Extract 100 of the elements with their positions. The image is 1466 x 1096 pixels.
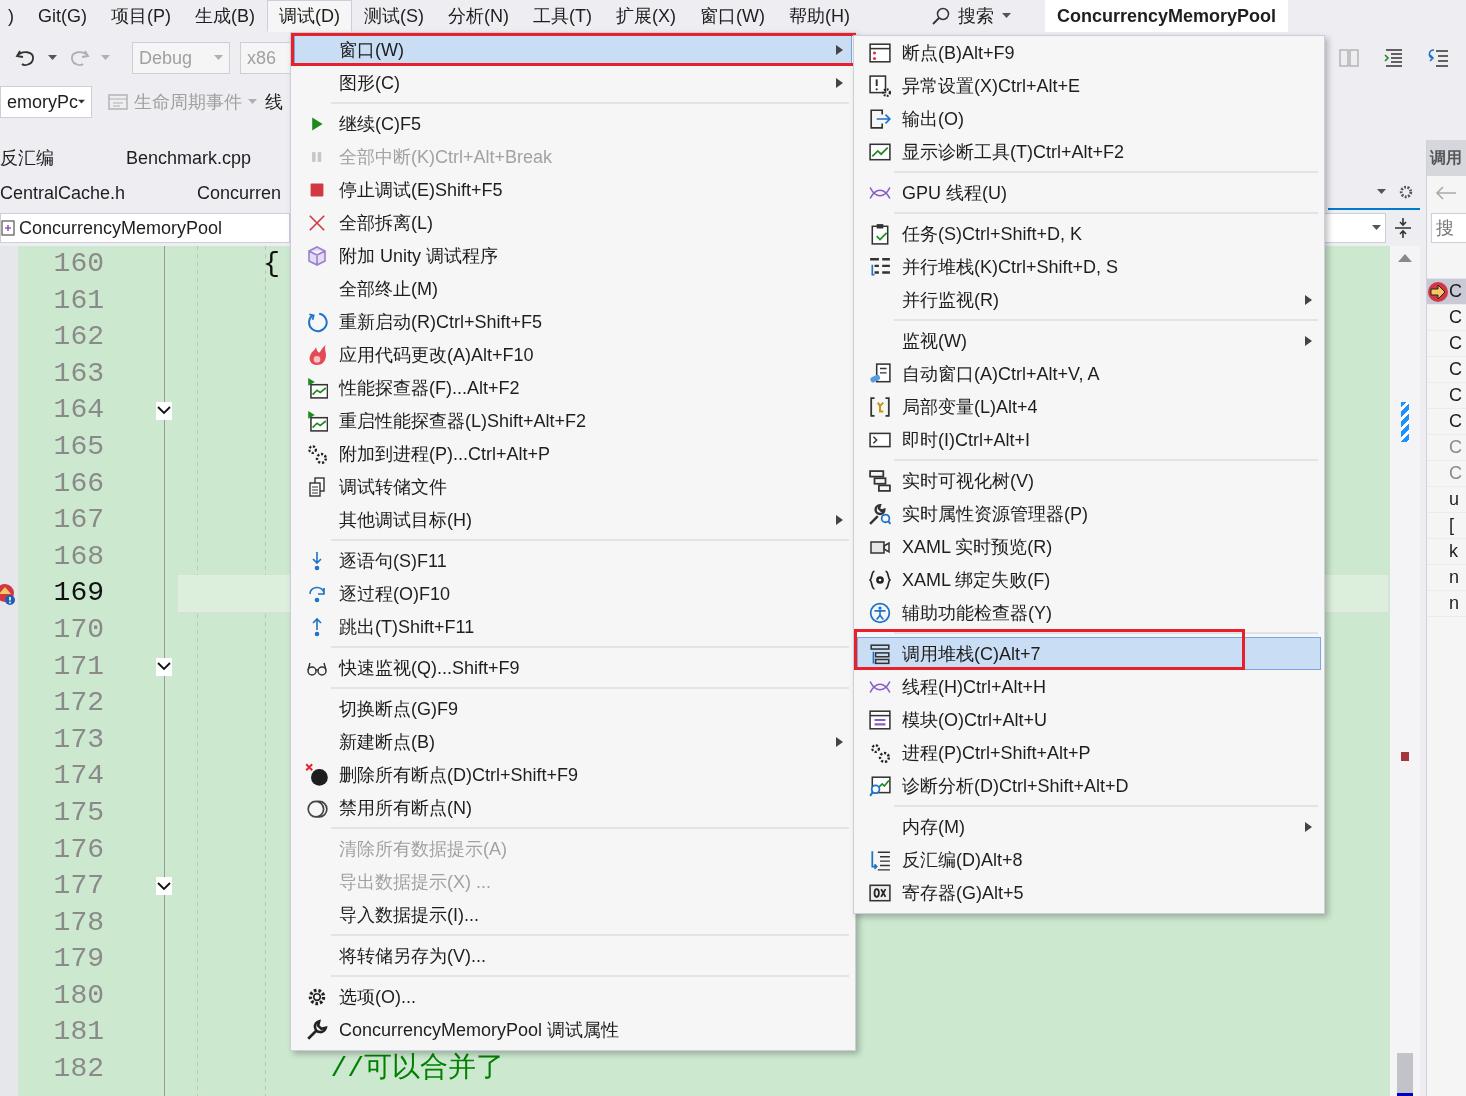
menu-item[interactable]: 诊断分析(D)Ctrl+Shift+Alt+D: [857, 769, 1321, 802]
fold-button[interactable]: [156, 401, 172, 420]
call-stack-row[interactable]: C: [1427, 409, 1466, 435]
brackets-icon: [869, 395, 891, 418]
menu-item[interactable]: 反汇编(D)Alt+8: [857, 843, 1321, 876]
menu-item[interactable]: 辅助功能检查器(Y): [857, 596, 1321, 629]
menu-item[interactable]: 快速监视(Q)...Shift+F9: [294, 651, 852, 684]
menu-item[interactable]: 全部终止(M): [294, 272, 852, 305]
menu-bar-item[interactable]: 调试(D): [267, 0, 352, 32]
menu-item[interactable]: 寄存器(G)Alt+5: [857, 876, 1321, 909]
line-number: 170: [52, 612, 105, 647]
menu-item[interactable]: 局部变量(L)Alt+4: [857, 390, 1321, 423]
wrap-icon: [1426, 47, 1450, 69]
document-tab[interactable]: 反汇编: [0, 146, 90, 170]
breakpoint-marker: [1401, 752, 1409, 761]
search-field[interactable]: 搜: [1431, 213, 1466, 243]
line-number: 161: [52, 283, 105, 318]
call-stack-row[interactable]: u: [1427, 487, 1466, 513]
menu-item[interactable]: 断点(B)Alt+F9: [857, 36, 1321, 69]
menu-item[interactable]: 选项(O)...: [294, 980, 852, 1013]
gears-icon: [306, 442, 328, 465]
call-stack-row[interactable]: n: [1427, 565, 1466, 591]
call-stack-row[interactable]: n: [1427, 591, 1466, 617]
menu-item[interactable]: 应用代码更改(A)Alt+F10: [294, 338, 852, 371]
line-number: 171: [52, 649, 105, 684]
menu-item[interactable]: 任务(S)Ctrl+Shift+D, K: [857, 217, 1321, 250]
menu-bar-item[interactable]: 工具(T): [521, 0, 604, 32]
menu-item[interactable]: 并行监视(R): [857, 283, 1321, 316]
tab-list-button[interactable]: [1375, 187, 1388, 197]
search-button[interactable]: 搜索: [921, 0, 1021, 32]
call-stack-row[interactable]: [: [1427, 513, 1466, 539]
menu-bar-item[interactable]: 扩展(X): [604, 0, 688, 32]
code-line: //可以合并了: [329, 1053, 505, 1085]
fold-button[interactable]: [156, 877, 172, 896]
menu-item[interactable]: 新建断点(B): [294, 725, 852, 758]
menu-item[interactable]: 并行堆栈(K)Ctrl+Shift+D, S: [857, 250, 1321, 283]
disassembly-icon: [869, 848, 891, 871]
menu-item[interactable]: 线程(H)Ctrl+Alt+H: [857, 670, 1321, 703]
menu-item[interactable]: 跳出(T)Shift+F11: [294, 610, 852, 643]
menu-item[interactable]: 附加到进程(P)...Ctrl+Alt+P: [294, 437, 852, 470]
menu-item[interactable]: 停止调试(E)Shift+F5: [294, 173, 852, 206]
menu-item[interactable]: 实时属性资源管理器(P): [857, 497, 1321, 530]
solution-title: ConcurrencyMemoryPool: [1044, 0, 1289, 32]
menu-bar-item[interactable]: 测试(S): [352, 0, 436, 32]
call-stack-row[interactable]: C: [1427, 279, 1466, 305]
vertical-scrollbar[interactable]: [1390, 246, 1420, 1096]
menu-item[interactable]: 显示诊断工具(T)Ctrl+Alt+F2: [857, 135, 1321, 168]
menu-bar-item[interactable]: 项目(P): [99, 0, 183, 32]
menu-item[interactable]: 进程(P)Ctrl+Shift+Alt+P: [857, 736, 1321, 769]
menu-item[interactable]: 继续(C)F5: [294, 107, 852, 140]
current-frame-icon: [1427, 280, 1449, 303]
menu-item[interactable]: XAML 绑定失败(F): [857, 563, 1321, 596]
call-stack-row[interactable]: k: [1427, 539, 1466, 565]
split-button[interactable]: [1392, 215, 1414, 241]
call-stack-row[interactable]: C: [1427, 331, 1466, 357]
menu-item[interactable]: ConcurrencyMemoryPool 调试属性: [294, 1013, 852, 1046]
menu-item[interactable]: 其他调试目标(H): [294, 503, 852, 536]
menu-item[interactable]: 重新启动(R)Ctrl+Shift+F5: [294, 305, 852, 338]
menu-bar-item[interactable]: Git(G): [26, 0, 99, 32]
menu-item[interactable]: 性能探查器(F)...Alt+F2: [294, 371, 852, 404]
project-scope-dropdown[interactable]: ConcurrencyMemoryPool: [0, 213, 290, 243]
menu-item[interactable]: 自动窗口(A)Ctrl+Alt+V, A: [857, 357, 1321, 390]
menu-bar-item[interactable]: ): [0, 0, 26, 32]
menu-item[interactable]: 内存(M): [857, 810, 1321, 843]
menu-item[interactable]: 附加 Unity 调试程序: [294, 239, 852, 272]
undo-dropdown[interactable]: [46, 53, 59, 63]
document-tab[interactable]: Benchmark.cpp: [90, 147, 288, 169]
menu-item[interactable]: XAML 实时预览(R): [857, 530, 1321, 563]
document-tab[interactable]: CentralCache.h: [0, 182, 162, 204]
call-stack-row[interactable]: C: [1427, 305, 1466, 331]
menu-item[interactable]: 模块(O)Ctrl+Alt+U: [857, 703, 1321, 736]
menu-item[interactable]: 异常设置(X)Ctrl+Alt+E: [857, 69, 1321, 102]
line-number: 175: [52, 795, 105, 830]
menu-item[interactable]: 逐语句(S)F11: [294, 544, 852, 577]
menu-item[interactable]: 删除所有断点(D)Ctrl+Shift+F9: [294, 758, 852, 791]
menu-item[interactable]: 实时可视化树(V): [857, 464, 1321, 497]
menu-item[interactable]: 禁用所有断点(N): [294, 791, 852, 824]
menu-item[interactable]: 将转储另存为(V)...: [294, 939, 852, 972]
menu-item[interactable]: 重启性能探查器(L)Shift+Alt+F2: [294, 404, 852, 437]
menu-item[interactable]: 导入数据提示(I)...: [294, 898, 852, 931]
call-stack-row[interactable]: C: [1427, 383, 1466, 409]
menu-item[interactable]: 监视(W): [857, 324, 1321, 357]
scroll-thumb[interactable]: [1397, 1053, 1413, 1096]
chevron-icon: [157, 662, 171, 672]
menu-item[interactable]: GPU 线程(U): [857, 176, 1321, 209]
menu-item[interactable]: 切换断点(G)F9: [294, 692, 852, 725]
submenu-arrow-icon: [835, 514, 843, 525]
fold-button[interactable]: [156, 657, 172, 676]
menu-item[interactable]: 输出(O): [857, 102, 1321, 135]
menu-item[interactable]: 全部拆离(L): [294, 206, 852, 239]
menu-bar-item[interactable]: 分析(N): [436, 0, 521, 32]
menu-bar-item[interactable]: 生成(B): [183, 0, 267, 32]
call-stack-row[interactable]: C: [1427, 357, 1466, 383]
project-dropdown[interactable]: emoryPc: [0, 86, 92, 118]
menu-item[interactable]: 逐过程(O)F10: [294, 577, 852, 610]
menu-item[interactable]: 调试转储文件: [294, 470, 852, 503]
toolbar-label: 线: [265, 91, 283, 114]
menu-item[interactable]: 即时(I)Ctrl+Alt+I: [857, 423, 1321, 456]
menu-bar-item[interactable]: 帮助(H): [776, 0, 862, 32]
menu-bar-item[interactable]: 窗口(W): [688, 0, 777, 32]
